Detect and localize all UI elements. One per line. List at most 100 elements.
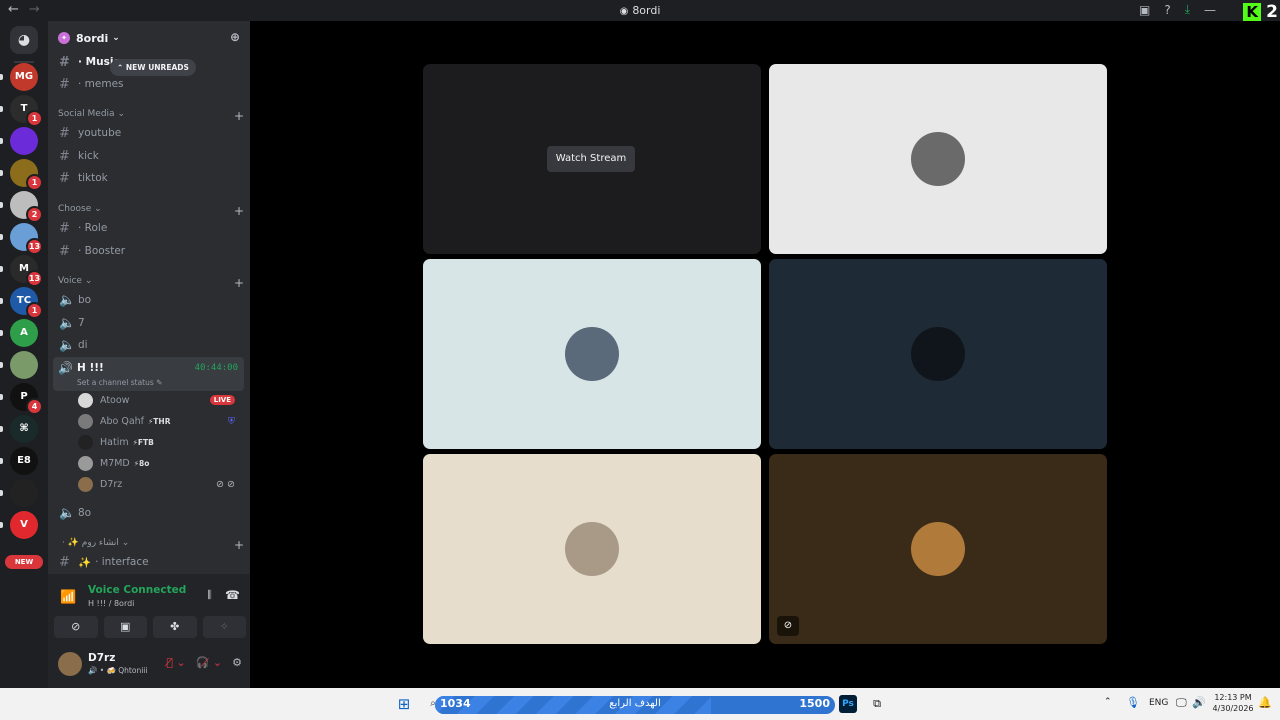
current-user[interactable]: D7rz 🔊 • 🍻 Qhtoniii 🎙̸ ⌄ 🎧̸ ⌄ ⚙ — [54, 648, 246, 682]
clock[interactable]: 12:13 PM 4/30/2026 — [1210, 692, 1256, 714]
kick-overlay: K 2 — [1243, 2, 1278, 22]
channel-label: · Booster — [78, 245, 126, 257]
voice-user[interactable]: Abo Qahf ⚡THR ⛨ — [78, 411, 243, 431]
channel-memes[interactable]: # · memes — [56, 74, 244, 94]
server-icon[interactable]: ⌘ — [10, 415, 38, 443]
video-tile[interactable] — [769, 64, 1107, 254]
minimize-icon[interactable]: — — [1204, 3, 1216, 17]
disconnect-icon[interactable]: ☎ — [225, 588, 240, 603]
server-icon[interactable]: V — [10, 511, 38, 539]
avatar — [911, 132, 965, 186]
soundboard-button[interactable]: ✧ — [202, 616, 246, 638]
voice-channel-name: H !!! — [77, 362, 104, 374]
voice-action-row: ⊘ ▣ ✤ ✧ — [54, 616, 246, 638]
titlebar-controls: ▣ ? ⤓ — — [1139, 2, 1216, 17]
channel-booster[interactable]: # · Booster — [56, 241, 244, 261]
title-bar: ← → ◉ 8ordi ▣ ? ⤓ — K 2 — [0, 0, 1280, 22]
server-icon[interactable]: A — [10, 319, 38, 347]
voice-channel-8o[interactable]: 🔈 8o — [56, 503, 244, 523]
network-icon[interactable]: 🖵 — [1176, 696, 1187, 710]
add-channel-icon[interactable]: + — [234, 109, 244, 123]
channel-interface[interactable]: # ✨ · interface — [56, 552, 244, 572]
voice-timer: 40:44:00 — [194, 363, 238, 373]
channel-youtube[interactable]: # youtube — [56, 123, 244, 143]
speaker-icon: 🔈 — [59, 337, 76, 353]
channel-kick[interactable]: # kick — [56, 146, 244, 166]
screen-share-button[interactable]: ▣ — [103, 616, 147, 638]
headphones-muted-icon[interactable]: 🎧̸ ⌄ — [196, 656, 222, 669]
voice-channel-7[interactable]: 🔈 7 — [56, 313, 244, 333]
avatar[interactable] — [58, 652, 82, 676]
voice-user-name: M7MD — [100, 457, 130, 469]
unread-pip — [0, 458, 3, 464]
camera-off-button[interactable]: ⊘ — [54, 616, 98, 638]
notifications-icon[interactable]: 🔔 — [1258, 696, 1272, 709]
category-voice[interactable]: Voice ⌄ + — [58, 276, 244, 290]
unread-pip — [0, 74, 3, 80]
watch-stream-button[interactable]: Watch Stream — [547, 146, 635, 172]
server-icon[interactable] — [10, 479, 38, 507]
category-label: Choose — [58, 204, 92, 214]
server-icon[interactable]: E8 — [10, 447, 38, 475]
unread-pip — [0, 330, 3, 336]
user-tag: ⚡8o — [133, 458, 150, 468]
server-icon[interactable]: MG — [10, 63, 38, 91]
category-social-media[interactable]: Social Media ⌄ + — [58, 109, 244, 123]
voice-location[interactable]: H !!! / 8ordi — [88, 599, 134, 608]
voice-user[interactable]: Hatim ⚡FTB — [78, 432, 243, 452]
channel-tiktok[interactable]: # tiktok — [56, 168, 244, 188]
video-tile[interactable] — [423, 259, 761, 449]
add-channel-icon[interactable]: + — [234, 276, 244, 290]
active-voice-channel[interactable]: 🔊 H !!! 40:44:00 Set a channel status ✎ — [53, 357, 244, 391]
photoshop-icon[interactable]: Ps — [839, 695, 857, 713]
server-icon[interactable] — [10, 127, 38, 155]
server-icon[interactable] — [10, 351, 38, 379]
mic-muted-icon[interactable]: 🎙̸ ⌄ — [166, 656, 185, 669]
category-create-room[interactable]: · ✨ انشاء روم ⌄ + — [58, 538, 244, 552]
add-channel-icon[interactable]: + — [234, 538, 244, 552]
new-badge[interactable]: NEW — [5, 555, 43, 569]
channel-status-link[interactable]: Set a channel status ✎ — [77, 378, 162, 387]
video-tile[interactable] — [769, 259, 1107, 449]
microphone-icon[interactable]: 🎙 — [1126, 696, 1140, 709]
hash-icon: # — [59, 170, 70, 186]
hash-icon: # — [59, 148, 70, 164]
discord-home-icon[interactable]: ◕ — [10, 26, 38, 54]
tray-chevron-icon[interactable]: ⌃ — [1104, 697, 1112, 707]
voice-user[interactable]: D7rz ⊘ ⊘ — [78, 474, 243, 494]
category-choose[interactable]: Choose ⌄ + — [58, 204, 244, 218]
volume-icon[interactable]: 🔊 — [1192, 696, 1206, 709]
mention-badge: 4 — [26, 398, 43, 415]
user-panel: 📶 Voice Connected H !!! / 8ordi 𝄃 ☎ ⊘ ▣ … — [48, 574, 250, 688]
voice-channel-di[interactable]: 🔈 di — [56, 335, 244, 355]
activities-button[interactable]: ✤ — [153, 616, 197, 638]
speaker-icon: 🔊 — [58, 361, 73, 375]
inbox-icon[interactable]: ▣ — [1139, 3, 1150, 17]
channel-label: · memes — [78, 78, 124, 90]
video-tile[interactable] — [423, 454, 761, 644]
noise-suppression-icon[interactable]: 𝄃 — [208, 588, 211, 603]
add-channel-icon[interactable]: + — [234, 204, 244, 218]
stream-tile[interactable]: Watch Stream — [423, 64, 761, 254]
download-icon[interactable]: ⤓ — [1185, 2, 1190, 17]
channel-role[interactable]: # · Role — [56, 218, 244, 238]
voice-connected-label[interactable]: Voice Connected — [88, 584, 186, 596]
help-icon[interactable]: ? — [1164, 3, 1170, 17]
invite-icon[interactable]: ⊕ — [230, 30, 240, 44]
voice-user[interactable]: Atoow LIVE — [78, 390, 243, 410]
video-tile[interactable]: ⊘ — [769, 454, 1107, 644]
muted-icons: ⊘ ⊘ — [216, 478, 235, 490]
username: D7rz — [88, 652, 116, 664]
mention-badge: 13 — [26, 238, 43, 255]
user-status: 🔊 • 🍻 Qhtoniii — [88, 666, 148, 675]
speaker-icon: 🔈 — [59, 505, 76, 521]
new-unreads-pill[interactable]: ⌃ NEW UNREADS — [110, 59, 196, 76]
server-header[interactable]: ✦ 8ordi ⌄ ⊕ — [48, 21, 250, 55]
capcut-icon[interactable]: ⧉ — [868, 695, 886, 713]
voice-channel-bo[interactable]: 🔈 bo — [56, 290, 244, 310]
voice-user[interactable]: M7MD ⚡8o — [78, 453, 243, 473]
mention-badge: 1 — [26, 110, 43, 127]
language-indicator[interactable]: ENG — [1149, 698, 1168, 708]
gear-icon[interactable]: ⚙ — [232, 656, 242, 669]
windows-start-icon[interactable]: ⊞ — [395, 695, 413, 713]
